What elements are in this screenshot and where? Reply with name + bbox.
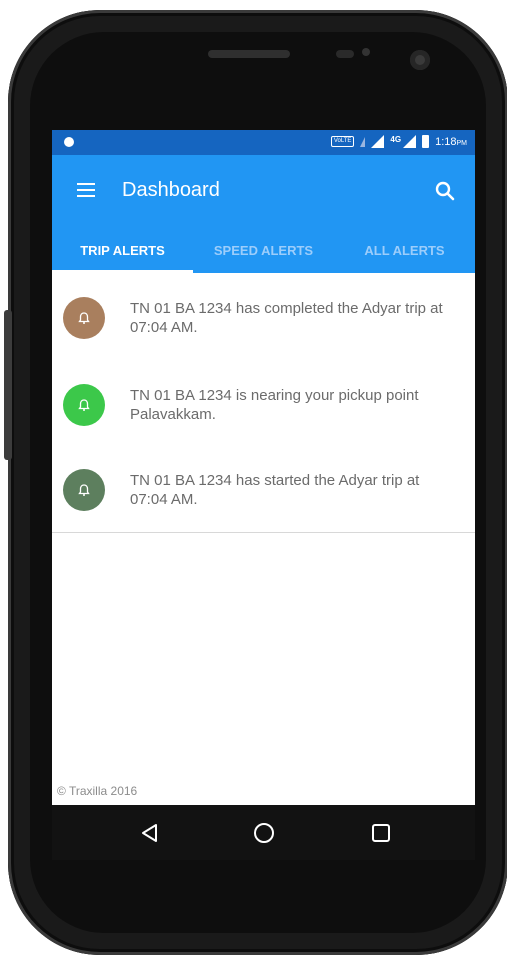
navigation-bar [52, 805, 475, 860]
back-icon[interactable] [137, 820, 163, 846]
network-type: 4G [390, 134, 402, 144]
bell-icon [63, 468, 105, 511]
proximity-sensor [362, 48, 370, 56]
alert-list: TN 01 BA 1234 has completed the Adyar tr… [52, 273, 475, 533]
app-bar: Dashboard TRIP ALERTS SPEED ALERTS ALL A… [52, 155, 475, 273]
sensor [336, 50, 354, 58]
copyright-footer: © Traxilla 2016 [57, 784, 138, 798]
status-icons: VoLTE 4G 1:18PM [330, 134, 467, 148]
list-item[interactable]: TN 01 BA 1234 has completed the Adyar tr… [52, 273, 475, 362]
tab-speed-alerts[interactable]: SPEED ALERTS [193, 227, 334, 273]
alert-text: TN 01 BA 1234 has completed the Adyar tr… [130, 299, 443, 336]
menu-icon[interactable] [77, 183, 97, 199]
home-icon[interactable] [251, 820, 277, 846]
volte-badge: VoLTE [330, 136, 355, 147]
battery-icon [422, 135, 430, 148]
search-icon[interactable] [433, 179, 457, 203]
recents-icon[interactable] [368, 820, 394, 846]
wifi-signal-icon [360, 136, 366, 147]
alert-text: TN 01 BA 1234 has started the Adyar trip… [130, 471, 420, 508]
notification-icon [64, 137, 74, 147]
alert-text: TN 01 BA 1234 is nearing your pickup poi… [130, 386, 419, 423]
clock-ampm: PM [456, 139, 468, 147]
front-camera [410, 50, 430, 70]
signal-icon [371, 135, 385, 148]
bell-icon [63, 383, 105, 426]
clock: 1:18PM [435, 136, 467, 148]
tab-bar: TRIP ALERTS SPEED ALERTS ALL ALERTS [52, 227, 475, 273]
bell-icon [63, 296, 105, 339]
speaker-grille [208, 50, 290, 58]
page-title: Dashboard [122, 179, 220, 201]
status-bar: VoLTE 4G 1:18PM [52, 130, 475, 155]
side-button [4, 310, 12, 460]
tab-trip-alerts[interactable]: TRIP ALERTS [52, 227, 193, 273]
clock-time: 1:18 [435, 135, 457, 148]
screen: VoLTE 4G 1:18PM Dashboard TRIP ALERTS SP… [52, 130, 475, 860]
tab-all-alerts[interactable]: ALL ALERTS [334, 227, 475, 273]
list-item[interactable]: TN 01 BA 1234 has started the Adyar trip… [52, 447, 475, 532]
signal-icon-2 [403, 135, 417, 148]
list-item[interactable]: TN 01 BA 1234 is nearing your pickup poi… [52, 362, 475, 447]
